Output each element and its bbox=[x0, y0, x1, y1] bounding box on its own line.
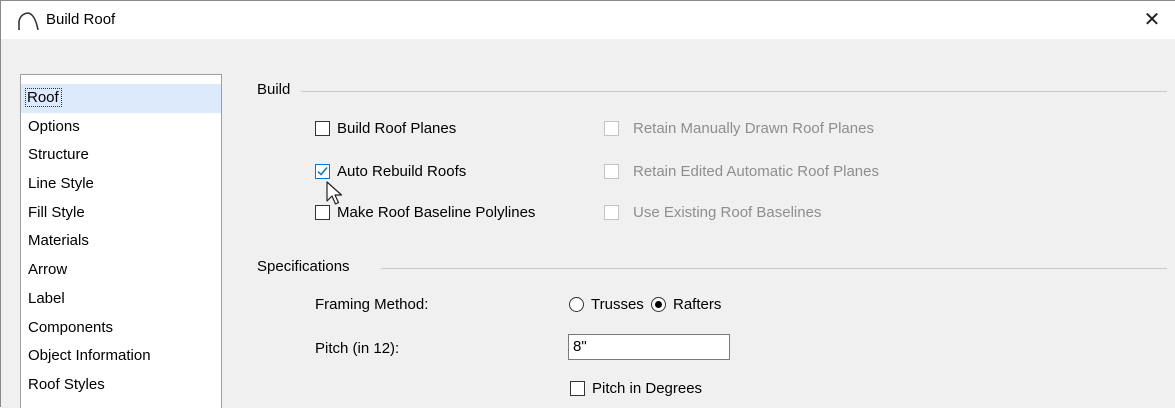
use-existing-baselines-label: Use Existing Roof Baselines bbox=[633, 204, 822, 221]
specifications-group-heading: Specifications bbox=[257, 258, 358, 275]
title-bar: Build Roof ✕ bbox=[1, 1, 1175, 39]
sidebar-item-materials[interactable]: Materials bbox=[21, 227, 221, 256]
build-roof-planes-checkbox[interactable] bbox=[315, 121, 330, 136]
make-baseline-polylines-label: Make Roof Baseline Polylines bbox=[337, 204, 536, 221]
retain-edited-planes-checkbox[interactable] bbox=[604, 164, 619, 179]
auto-rebuild-roofs-label: Auto Rebuild Roofs bbox=[337, 163, 467, 180]
dialog-content: Roof Options Structure Line Style Fill S… bbox=[1, 39, 1175, 408]
retain-edited-planes-label: Retain Edited Automatic Roof Planes bbox=[633, 163, 879, 180]
mouse-pointer-icon bbox=[326, 181, 343, 205]
build-group-divider bbox=[301, 91, 1167, 92]
close-button[interactable]: ✕ bbox=[1129, 1, 1175, 39]
pitch-input[interactable]: 8" bbox=[568, 334, 730, 360]
sidebar-item-label: Object Information bbox=[28, 347, 151, 365]
sidebar-item-arrow[interactable]: Arrow bbox=[21, 256, 221, 285]
sidebar-item-structure[interactable]: Structure bbox=[21, 141, 221, 170]
sidebar-item-components[interactable]: Components bbox=[21, 314, 221, 343]
close-icon: ✕ bbox=[1143, 9, 1161, 31]
build-roof-dialog: Build Roof ✕ Roof Options Structure Line… bbox=[0, 0, 1175, 408]
sidebar-item-label: Label bbox=[28, 289, 65, 307]
pitch-in-degrees-label: Pitch in Degrees bbox=[592, 380, 703, 397]
checkmark-icon bbox=[317, 167, 328, 176]
sidebar-item-options[interactable]: Options bbox=[21, 113, 221, 142]
sidebar-item-label: Components bbox=[28, 318, 114, 336]
pitch-label: Pitch (in 12): bbox=[315, 340, 400, 357]
sidebar-item-object-information[interactable]: Object Information bbox=[21, 342, 221, 371]
sidebar-item-label: Roof bbox=[25, 88, 62, 107]
make-baseline-polylines-checkbox[interactable] bbox=[315, 205, 330, 220]
framing-method-label: Framing Method: bbox=[315, 296, 429, 313]
trusses-radio[interactable] bbox=[569, 297, 584, 312]
specifications-group-divider bbox=[381, 268, 1167, 269]
trusses-label: Trusses bbox=[591, 296, 644, 313]
retain-manual-planes-label: Retain Manually Drawn Roof Planes bbox=[633, 120, 874, 137]
sidebar-item-label: Line Style bbox=[28, 175, 94, 193]
category-list[interactable]: Roof Options Structure Line Style Fill S… bbox=[20, 74, 222, 408]
roof-arch-icon bbox=[18, 12, 39, 31]
radio-selected-dot-icon bbox=[655, 301, 662, 308]
rafters-label: Rafters bbox=[673, 296, 722, 313]
build-roof-planes-label: Build Roof Planes bbox=[337, 120, 457, 137]
sidebar-item-roof-styles[interactable]: Roof Styles bbox=[21, 371, 221, 400]
sidebar-item-fill-style[interactable]: Fill Style bbox=[21, 199, 221, 228]
sidebar-item-label: Fill Style bbox=[28, 203, 85, 221]
sidebar-item-label-tab[interactable]: Label bbox=[21, 285, 221, 314]
sidebar-item-label: Options bbox=[28, 117, 80, 135]
pitch-in-degrees-checkbox[interactable] bbox=[570, 381, 585, 396]
window-title: Build Roof bbox=[46, 11, 116, 28]
sidebar-item-label: Arrow bbox=[28, 261, 68, 279]
auto-rebuild-roofs-checkbox[interactable] bbox=[315, 164, 330, 179]
rafters-radio[interactable] bbox=[651, 297, 666, 312]
build-group-heading: Build bbox=[257, 81, 299, 98]
sidebar-item-label: Materials bbox=[28, 232, 89, 250]
sidebar-item-roof[interactable]: Roof bbox=[21, 84, 221, 113]
sidebar-item-label: Structure bbox=[28, 146, 89, 164]
retain-manual-planes-checkbox[interactable] bbox=[604, 121, 619, 136]
sidebar-item-line-style[interactable]: Line Style bbox=[21, 170, 221, 199]
sidebar-item-label: Roof Styles bbox=[28, 375, 105, 393]
use-existing-baselines-checkbox[interactable] bbox=[604, 205, 619, 220]
